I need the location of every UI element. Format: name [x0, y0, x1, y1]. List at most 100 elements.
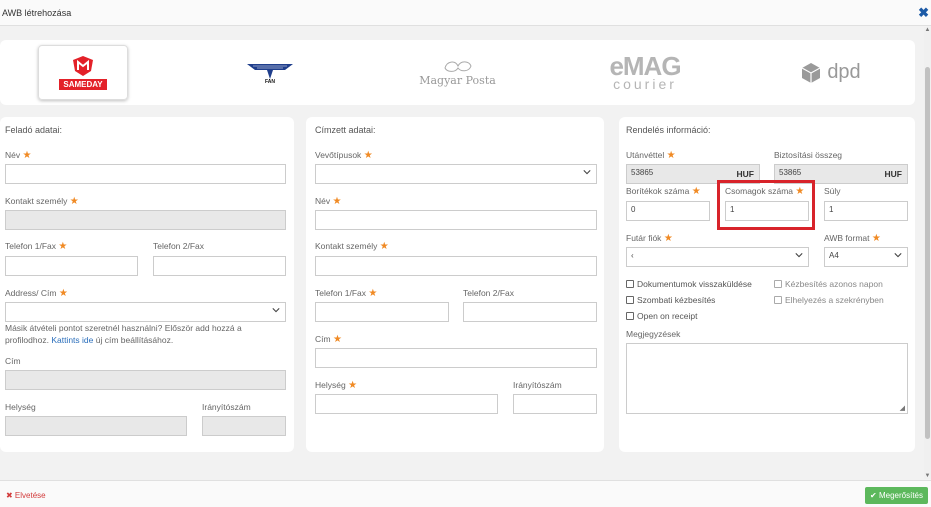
sender-title: Feladó adatai:: [5, 125, 63, 135]
sameday-logo-icon: [73, 56, 93, 76]
discard-button[interactable]: ✖ Elvetése: [6, 491, 46, 500]
checkbox-return-docs[interactable]: Dokumentumok visszaküldése: [626, 279, 752, 289]
chevron-down-icon: [583, 170, 591, 175]
checkbox-label: Szombati kézbesítés: [637, 295, 716, 305]
notes-label: Megjegyzések: [626, 329, 681, 339]
checkbox-box[interactable]: [626, 312, 634, 320]
recipient-contact-input[interactable]: [315, 256, 597, 276]
insurance-label: Biztosítási összeg: [774, 150, 843, 160]
recipient-name-input[interactable]: [315, 210, 597, 230]
courier-account-label: Futár fiók ★: [626, 233, 673, 244]
sender-city-input[interactable]: [5, 416, 187, 436]
weight-value: 1: [829, 205, 834, 214]
checkbox-locker[interactable]: Elhelyezés a szekrényben: [774, 295, 884, 305]
chevron-down-icon: [795, 253, 803, 258]
sender-phone1-label: Telefon 1/Fax ★: [5, 241, 68, 252]
sender-name-input[interactable]: [5, 164, 286, 184]
scroll-down-icon[interactable]: ▼: [924, 473, 931, 479]
checkbox-box[interactable]: [626, 280, 634, 288]
envelopes-input[interactable]: 0: [626, 201, 710, 221]
address-settings-link[interactable]: Kattints ide: [51, 335, 93, 345]
courier-sameday[interactable]: SAMEDAY: [38, 45, 128, 100]
magyar-posta-logo-text: Magyar Posta: [419, 74, 496, 87]
checkbox-label: Kézbesítés azonos napon: [785, 279, 883, 289]
sender-cim-input[interactable]: [5, 370, 286, 390]
recipient-city-label: Helység ★: [315, 380, 358, 391]
recipient-phone2-input[interactable]: [463, 302, 597, 322]
recipient-contact-label: Kontakt személy ★: [315, 241, 389, 252]
sender-zip-label: Irányítószám: [202, 402, 251, 412]
weight-label: Súly: [824, 186, 841, 196]
courier-account-select[interactable]: ‹: [626, 247, 809, 267]
awb-format-label: AWB format ★: [824, 233, 881, 244]
sender-phone2-label: Telefon 2/Fax: [153, 241, 205, 251]
sender-contact-input[interactable]: [5, 210, 286, 230]
notes-textarea[interactable]: ◢: [626, 343, 908, 414]
sender-address-select[interactable]: [5, 302, 286, 322]
vertical-scrollbar[interactable]: ▲ ▼: [924, 27, 931, 479]
sender-name-label: Név ★: [5, 150, 32, 161]
cod-label: Utánvéttel ★: [626, 150, 676, 161]
cod-currency: HUF: [736, 169, 754, 179]
sender-cim-label: Cím: [5, 356, 21, 366]
recipient-cim-label: Cím ★: [315, 334, 342, 345]
checkbox-box[interactable]: [626, 296, 634, 304]
emag-courier-text: courier: [613, 75, 677, 92]
envelopes-label: Borítékok száma ★: [626, 186, 701, 197]
dpd-cube-icon: [802, 62, 821, 83]
scrollbar-thumb[interactable]: [925, 67, 930, 439]
sender-city-label: Helység: [5, 402, 36, 412]
courier-fan[interactable]: FAN: [235, 45, 305, 100]
chevron-down-icon: [894, 253, 902, 258]
courier-selector: SAMEDAY FAN Magyar Posta eMAG courier dp…: [0, 40, 915, 105]
checkbox-label: Elhelyezés a szekrényben: [785, 295, 884, 305]
courier-account-value: ‹: [631, 251, 634, 260]
recipient-cim-input[interactable]: [315, 348, 597, 368]
sameday-logo-text: SAMEDAY: [59, 79, 107, 90]
insurance-currency: HUF: [884, 169, 902, 179]
courier-dpd[interactable]: dpd: [790, 45, 870, 100]
recipient-zip-label: Irányítószám: [513, 380, 562, 390]
envelopes-value: 0: [631, 205, 636, 214]
recipient-title: Címzett adatai:: [315, 125, 376, 135]
dialog-footer: ✖ Elvetése ✔ Megerősítés: [0, 480, 931, 507]
sender-zip-input[interactable]: [202, 416, 286, 436]
sender-address-note: Másik átvételi pontot szeretnél használn…: [5, 323, 242, 345]
order-title: Rendelés információ:: [626, 125, 711, 135]
courier-magyar-posta[interactable]: Magyar Posta: [410, 45, 505, 100]
courier-emag[interactable]: eMAG courier: [600, 45, 690, 100]
sender-contact-label: Kontakt személy ★: [5, 196, 79, 207]
recipient-name-label: Név ★: [315, 196, 342, 207]
fan-logo-text: FAN: [265, 78, 275, 85]
weight-input[interactable]: 1: [824, 201, 908, 221]
sender-phone1-input[interactable]: [5, 256, 138, 276]
packages-highlight-box: [717, 180, 815, 230]
dpd-logo-text: dpd: [827, 61, 861, 83]
fan-logo-icon: [247, 63, 293, 79]
checkbox-saturday[interactable]: Szombati kézbesítés: [626, 295, 715, 305]
recipient-phone2-label: Telefon 2/Fax: [463, 288, 515, 298]
recipient-city-input[interactable]: [315, 394, 498, 414]
recipient-vehicle-label: Vevőtípusok ★: [315, 150, 373, 161]
recipient-vehicle-select[interactable]: [315, 164, 597, 184]
checkbox-box[interactable]: [774, 280, 782, 288]
awb-format-select[interactable]: A4: [824, 247, 908, 267]
checkbox-open-on-receipt[interactable]: Open on receipt: [626, 311, 697, 321]
recipient-phone1-input[interactable]: [315, 302, 449, 322]
recipient-phone1-label: Telefon 1/Fax ★: [315, 288, 378, 299]
recipient-zip-input[interactable]: [513, 394, 597, 414]
confirm-button[interactable]: ✔ Megerősítés: [865, 487, 928, 504]
close-icon[interactable]: ✖: [918, 5, 929, 21]
awb-format-value: A4: [829, 251, 839, 260]
sender-address-label: Address/ Cím ★: [5, 288, 68, 299]
cod-value: 53865: [631, 168, 654, 177]
insurance-value: 53865: [779, 168, 802, 177]
checkbox-label: Open on receipt: [637, 311, 698, 321]
window-titlebar: AWB létrehozása ✖: [0, 0, 931, 26]
sender-phone2-input[interactable]: [153, 256, 286, 276]
scroll-up-icon[interactable]: ▲: [924, 27, 931, 33]
checkbox-box[interactable]: [774, 296, 782, 304]
resize-grip-icon[interactable]: ◢: [900, 404, 905, 412]
checkbox-same-day[interactable]: Kézbesítés azonos napon: [774, 279, 883, 289]
emag-logo-text: eMAG: [609, 50, 681, 81]
